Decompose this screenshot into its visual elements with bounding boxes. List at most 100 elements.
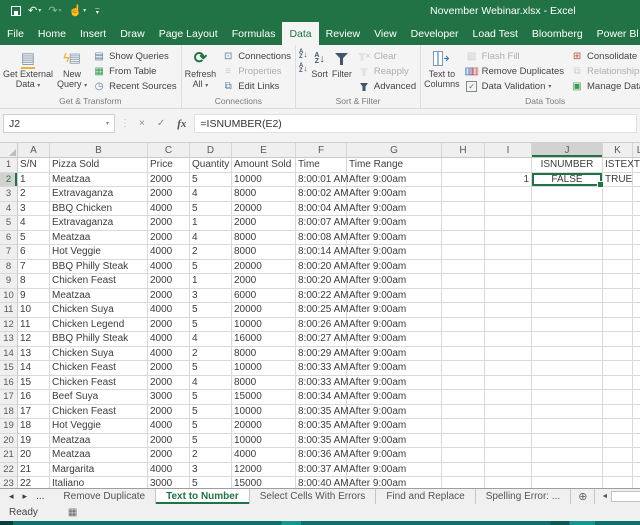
cell-E4[interactable]: 20000 — [232, 201, 296, 216]
cell-K8[interactable] — [603, 259, 633, 274]
tab-developer[interactable]: Developer — [404, 22, 466, 45]
cell-D8[interactable]: 5 — [190, 259, 232, 274]
row-header-4[interactable]: 4 — [0, 201, 18, 216]
cell-C11[interactable]: 4000 — [148, 303, 190, 318]
cell-J13[interactable] — [532, 332, 603, 347]
cell-K11[interactable] — [603, 303, 633, 318]
scroll-left-icon[interactable]: ◄ — [601, 493, 608, 500]
cell-H23[interactable] — [442, 477, 485, 488]
cell-B15[interactable]: Chicken Feast — [50, 361, 148, 376]
cell-J18[interactable] — [532, 404, 603, 419]
get-external-data-button[interactable]: ▤ Get External Data ▾ — [1, 46, 55, 96]
cell-K7[interactable] — [603, 245, 633, 260]
cell-D16[interactable]: 4 — [190, 375, 232, 390]
cell-J17[interactable] — [532, 390, 603, 405]
add-sheet-button[interactable]: ⊕ — [571, 489, 594, 504]
cell-L4[interactable] — [633, 202, 640, 216]
row-header-12[interactable]: 12 — [0, 317, 18, 332]
cell-A8[interactable]: 7 — [18, 259, 50, 274]
cell-B6[interactable]: Meatzaa — [50, 230, 148, 245]
cell-A5[interactable]: 4 — [18, 216, 50, 231]
connections-button[interactable]: ⊡ Connections — [218, 49, 294, 64]
cell-F4[interactable]: 8:00:04 AM — [296, 201, 349, 216]
cell-L10[interactable] — [633, 289, 640, 303]
tab-home[interactable]: Home — [31, 22, 73, 45]
cell-L8[interactable] — [633, 260, 640, 274]
cell-I8[interactable] — [485, 259, 532, 274]
cell-E21[interactable]: 4000 — [232, 448, 296, 463]
cell-J8[interactable] — [532, 259, 603, 274]
cell-I20[interactable] — [485, 433, 532, 448]
sheet-tab-remove-duplicate[interactable]: Remove Duplicate — [53, 489, 157, 504]
row-header-9[interactable]: 9 — [0, 274, 18, 289]
cell-C19[interactable]: 4000 — [148, 419, 190, 434]
tab-draw[interactable]: Draw — [113, 22, 152, 45]
cell-G11[interactable]: After 9:00am — [347, 303, 442, 318]
cell-G13[interactable]: After 9:00am — [347, 332, 442, 347]
cell-J12[interactable] — [532, 317, 603, 332]
row-header-17[interactable]: 17 — [0, 390, 18, 405]
cell-L9[interactable] — [633, 274, 640, 289]
cell-D18[interactable]: 5 — [190, 404, 232, 419]
row-header-14[interactable]: 14 — [0, 346, 18, 361]
cell-L3[interactable] — [633, 187, 640, 202]
cell-G20[interactable]: After 9:00am — [347, 433, 442, 448]
cell-E12[interactable]: 10000 — [232, 317, 296, 332]
cell-K21[interactable] — [603, 448, 633, 463]
cell-H11[interactable] — [442, 303, 485, 318]
cell-G19[interactable]: After 9:00am — [347, 419, 442, 434]
cell-A14[interactable]: 13 — [18, 346, 50, 361]
cell-E17[interactable]: 15000 — [232, 390, 296, 405]
row-header-3[interactable]: 3 — [0, 187, 18, 202]
cell-L22[interactable] — [633, 463, 640, 477]
cell-J6[interactable] — [532, 230, 603, 245]
cell-C10[interactable]: 2000 — [148, 288, 190, 303]
cell-D11[interactable]: 5 — [190, 303, 232, 318]
cell-K19[interactable] — [603, 419, 633, 434]
cell-C15[interactable]: 2000 — [148, 361, 190, 376]
customize-qat-button[interactable]: ─ ▾ — [95, 6, 99, 16]
cell-C17[interactable]: 3000 — [148, 390, 190, 405]
sort-descending-button[interactable]: A Z ↓ — [299, 63, 307, 74]
clear-filter-button[interactable]: × Clear — [354, 49, 419, 64]
cell-H10[interactable] — [442, 288, 485, 303]
cell-K10[interactable] — [603, 288, 633, 303]
cell-G9[interactable]: After 9:00am — [347, 274, 442, 289]
cell-F11[interactable]: 8:00:25 AM — [296, 303, 349, 318]
cell-D10[interactable]: 3 — [190, 288, 232, 303]
tab-data[interactable]: Data — [282, 22, 319, 45]
cell-I9[interactable] — [485, 274, 532, 289]
row-header-11[interactable]: 11 — [0, 303, 18, 318]
edit-links-button[interactable]: ⧉ Edit Links — [218, 79, 294, 94]
sheet-tab-text-to-number[interactable]: Text to Number — [156, 489, 250, 504]
cell-F15[interactable]: 8:00:33 AM — [296, 361, 349, 376]
cell-D3[interactable]: 4 — [190, 187, 232, 202]
row-header-10[interactable]: 10 — [0, 288, 18, 303]
cell-E5[interactable]: 2000 — [232, 216, 296, 231]
cell-A11[interactable]: 10 — [18, 303, 50, 318]
cell-C12[interactable]: 2000 — [148, 317, 190, 332]
sheet-nav-more[interactable]: ... — [36, 491, 44, 502]
cell-D17[interactable]: 5 — [190, 390, 232, 405]
tab-formulas[interactable]: Formulas — [225, 22, 283, 45]
cell-F12[interactable]: 8:00:26 AM — [296, 317, 349, 332]
cell-I22[interactable] — [485, 462, 532, 477]
row-header-2[interactable]: 2 — [0, 172, 18, 187]
consolidate-button[interactable]: ⊞ Consolidate — [567, 49, 640, 64]
cell-D2[interactable]: 5 — [190, 172, 232, 187]
cell-F22[interactable]: 8:00:37 AM — [296, 462, 349, 477]
cell-B4[interactable]: BBQ Chicken — [50, 201, 148, 216]
row-header-15[interactable]: 15 — [0, 361, 18, 376]
cell-B12[interactable]: Chicken Legend — [50, 317, 148, 332]
cell-G23[interactable]: After 9:00am — [347, 477, 442, 488]
tab-page-layout[interactable]: Page Layout — [152, 22, 225, 45]
filter-button[interactable]: Filter — [330, 46, 354, 96]
cell-L15[interactable] — [633, 361, 640, 376]
cell-F14[interactable]: 8:00:29 AM — [296, 346, 349, 361]
text-to-columns-button[interactable]: Text to Columns — [422, 46, 462, 96]
cell-D15[interactable]: 5 — [190, 361, 232, 376]
cell-B13[interactable]: BBQ Philly Steak — [50, 332, 148, 347]
row-header-8[interactable]: 8 — [0, 259, 18, 274]
cell-I14[interactable] — [485, 346, 532, 361]
cell-I17[interactable] — [485, 390, 532, 405]
